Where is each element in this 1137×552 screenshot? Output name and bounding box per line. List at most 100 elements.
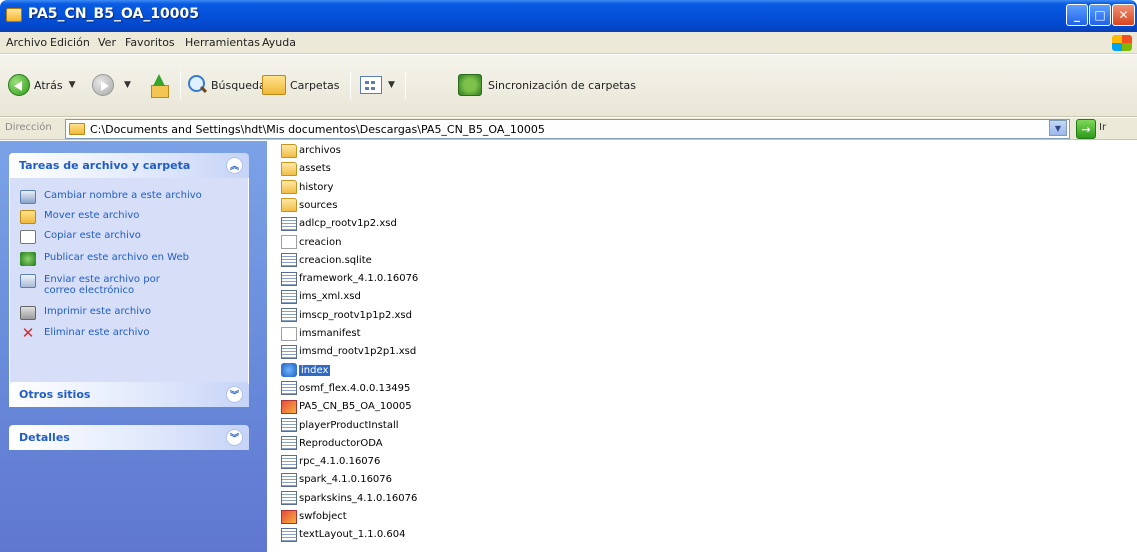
minimize-button[interactable]: _ bbox=[1066, 4, 1088, 26]
document-icon bbox=[281, 216, 297, 231]
file-item[interactable]: imscp_rootv1p1p2.xsd bbox=[281, 308, 412, 323]
folders-button[interactable]: Carpetas bbox=[262, 72, 339, 98]
file-item[interactable]: creacion.sqlite bbox=[281, 253, 372, 268]
views-icon bbox=[360, 76, 382, 94]
menu-archivo[interactable]: Archivo bbox=[6, 36, 47, 49]
go-button[interactable]: → bbox=[1076, 119, 1096, 139]
file-item[interactable]: spark_4.1.0.16076 bbox=[281, 472, 392, 487]
file-name: osmf_flex.4.0.0.13495 bbox=[299, 382, 411, 394]
document-icon bbox=[281, 344, 297, 359]
task-email[interactable]: Enviar este archivo por correo electróni… bbox=[20, 274, 164, 296]
file-item[interactable]: rpc_4.1.0.16076 bbox=[281, 454, 380, 469]
document-icon bbox=[281, 289, 297, 304]
sync-folders-button[interactable]: Sincronización de carpetas bbox=[458, 72, 636, 98]
back-button[interactable]: Atrás ▼ bbox=[8, 72, 82, 98]
address-dropdown-button[interactable]: ▼ bbox=[1049, 120, 1067, 136]
document-icon bbox=[281, 381, 297, 396]
expand-chevron-icon[interactable]: ︾ bbox=[226, 429, 243, 446]
file-item[interactable]: playerProductInstall bbox=[281, 418, 399, 433]
file-item[interactable]: index bbox=[281, 363, 331, 378]
file-name: spark_4.1.0.16076 bbox=[299, 474, 393, 486]
details-panel-header[interactable]: Detalles ︾ bbox=[9, 425, 249, 450]
task-label: Copiar este archivo bbox=[44, 230, 141, 241]
close-button[interactable]: ✕ bbox=[1112, 4, 1135, 26]
file-name: imscp_rootv1p1p2.xsd bbox=[299, 309, 412, 321]
toolbar-separator bbox=[405, 71, 406, 99]
task-rename[interactable]: Cambiar nombre a este archivo bbox=[20, 190, 234, 204]
folder-item[interactable]: assets bbox=[281, 161, 331, 176]
sync-label: Sincronización de carpetas bbox=[488, 78, 637, 92]
document-icon bbox=[281, 253, 297, 268]
file-item[interactable]: imsmanifest bbox=[281, 326, 361, 341]
folder-item[interactable]: archivos bbox=[281, 143, 341, 158]
collapse-chevron-icon[interactable]: ︽ bbox=[226, 157, 243, 174]
chevron-down-icon[interactable]: ▼ bbox=[124, 80, 131, 90]
file-name: creacion.sqlite bbox=[299, 254, 372, 266]
document-icon bbox=[281, 436, 297, 451]
expand-chevron-icon[interactable]: ︾ bbox=[226, 386, 243, 403]
file-item[interactable]: framework_4.1.0.16076 bbox=[281, 271, 418, 286]
file-item[interactable]: swfobject bbox=[281, 509, 347, 524]
menu-herramientas[interactable]: Herramientas bbox=[185, 36, 260, 49]
up-folder-button[interactable] bbox=[150, 72, 169, 98]
chevron-down-icon[interactable]: ▼ bbox=[388, 80, 395, 90]
file-item[interactable]: imsmd_rootv1p2p1.xsd bbox=[281, 344, 416, 359]
task-copy[interactable]: Copiar este archivo bbox=[20, 230, 234, 244]
menu-favoritos[interactable]: Favoritos bbox=[125, 36, 175, 49]
task-delete[interactable]: ✕ Eliminar este archivo bbox=[20, 324, 234, 342]
file-name: creacion bbox=[299, 236, 342, 248]
views-button[interactable]: ▼ bbox=[360, 72, 401, 98]
file-item[interactable]: textLayout_1.1.0.604 bbox=[281, 527, 405, 542]
chevron-down-icon[interactable]: ▼ bbox=[69, 80, 76, 90]
window-title: PA5_CN_B5_OA_10005 bbox=[28, 6, 200, 22]
forward-arrow-icon bbox=[92, 74, 114, 96]
menu-edicion[interactable]: Edición bbox=[50, 36, 90, 49]
document-icon bbox=[281, 308, 297, 323]
document-icon bbox=[281, 472, 297, 487]
other-places-panel-header[interactable]: Otros sitios ︾ bbox=[9, 382, 249, 407]
task-move[interactable]: Mover este archivo bbox=[20, 210, 234, 224]
menu-ayuda[interactable]: Ayuda bbox=[262, 36, 296, 49]
file-name: history bbox=[299, 181, 334, 193]
menu-ver[interactable]: Ver bbox=[98, 36, 116, 49]
back-label: Atrás bbox=[34, 78, 63, 92]
address-bar: Dirección C:\Documents and Settings\hdt\… bbox=[0, 118, 1137, 140]
file-item[interactable]: PA5_CN_B5_OA_10005 bbox=[281, 399, 412, 414]
task-pane: Tareas de archivo y carpeta ︽ Cambiar no… bbox=[0, 141, 267, 552]
forward-button[interactable]: ▼ bbox=[92, 72, 137, 98]
file-item[interactable]: osmf_flex.4.0.0.13495 bbox=[281, 381, 410, 396]
file-name: imsmanifest bbox=[299, 328, 361, 339]
file-name: ReproductorODA bbox=[299, 437, 383, 449]
flash-file-icon bbox=[281, 509, 297, 524]
copy-icon bbox=[20, 230, 36, 244]
search-button[interactable]: Búsqueda bbox=[186, 72, 266, 98]
file-item[interactable]: adlcp_rootv1p2.xsd bbox=[281, 216, 397, 231]
delete-icon: ✕ bbox=[21, 324, 35, 342]
file-item[interactable]: ims_xml.xsd bbox=[281, 289, 361, 304]
folder-icon bbox=[281, 198, 297, 213]
file-item[interactable]: sparkskins_4.1.0.16076 bbox=[281, 491, 417, 506]
maximize-button[interactable]: □ bbox=[1089, 4, 1111, 26]
menu-bar: Archivo Edición Ver Favoritos Herramient… bbox=[0, 32, 1137, 54]
folder-item[interactable]: sources bbox=[281, 198, 337, 213]
folders-icon bbox=[262, 75, 286, 95]
address-input[interactable]: C:\Documents and Settings\hdt\Mis docume… bbox=[65, 119, 1070, 139]
tasks-panel-header[interactable]: Tareas de archivo y carpeta ︽ bbox=[9, 153, 249, 178]
html-file-icon bbox=[281, 363, 297, 378]
file-item[interactable]: creacion bbox=[281, 235, 341, 250]
search-icon bbox=[186, 74, 208, 96]
details-title: Detalles bbox=[19, 431, 70, 444]
task-print[interactable]: Imprimir este archivo bbox=[20, 306, 234, 320]
web-publish-icon bbox=[20, 252, 36, 266]
print-icon bbox=[20, 306, 36, 320]
file-name: rpc_4.1.0.16076 bbox=[299, 456, 381, 468]
back-arrow-icon bbox=[8, 74, 30, 96]
file-item[interactable]: ReproductorODA bbox=[281, 436, 383, 451]
task-label: Publicar este archivo en Web bbox=[44, 252, 189, 263]
go-label[interactable]: Ir bbox=[1099, 122, 1106, 133]
task-publish-web[interactable]: Publicar este archivo en Web bbox=[20, 252, 234, 266]
folder-item[interactable]: history bbox=[281, 180, 333, 195]
file-name: swfobject bbox=[299, 511, 347, 522]
document-icon bbox=[281, 454, 297, 469]
flash-file-icon bbox=[281, 399, 297, 414]
